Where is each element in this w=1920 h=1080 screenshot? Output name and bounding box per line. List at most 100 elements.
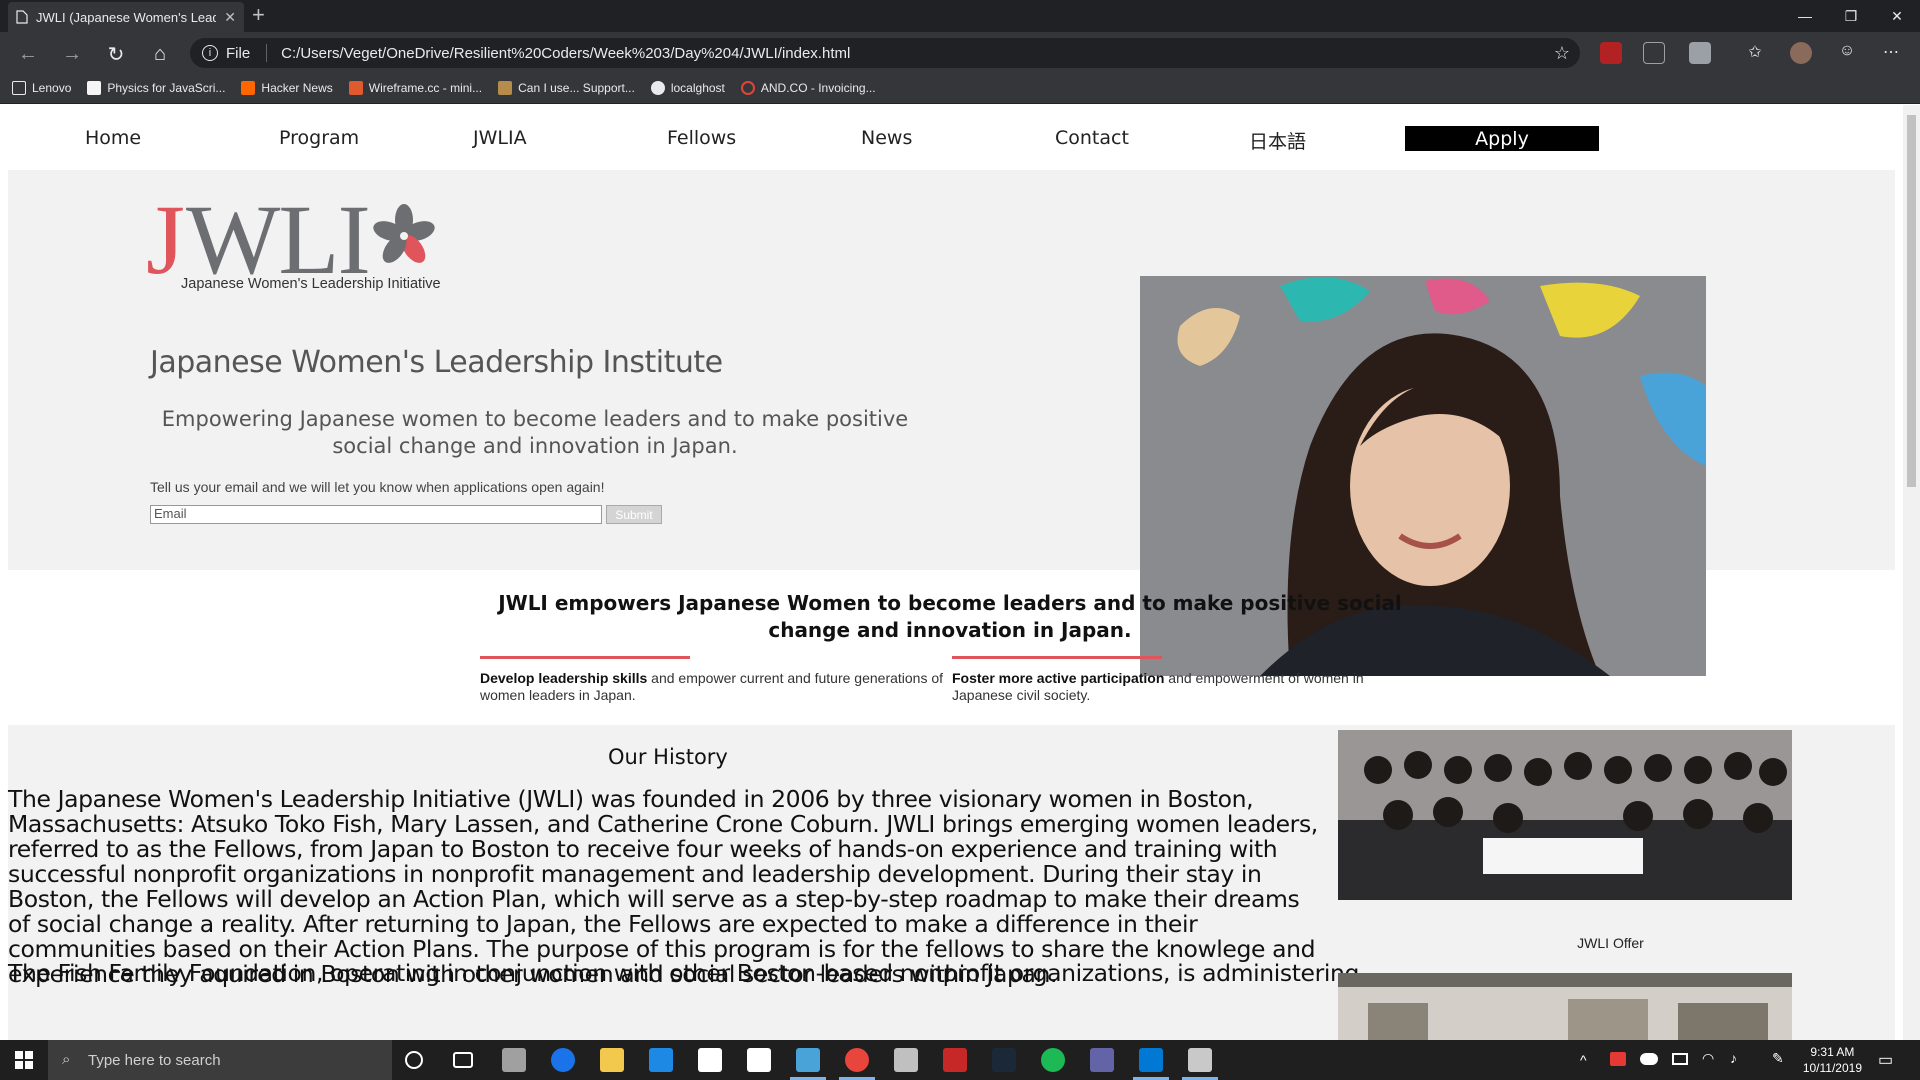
forward-icon[interactable]: → bbox=[58, 40, 86, 68]
history-paragraph: The Japanese Women's Leadership Initiati… bbox=[8, 785, 1318, 988]
app-icon[interactable] bbox=[894, 1048, 918, 1072]
jwli-logo: J WLI Japanese Women's Leadership Initia… bbox=[146, 190, 456, 300]
mission-statement: JWLI empowers Japanese Women to become l… bbox=[498, 591, 1402, 642]
apply-button[interactable]: Apply bbox=[1405, 126, 1599, 151]
bookmark-wireframe[interactable]: Wireframe.cc - mini... bbox=[348, 80, 482, 95]
network-icon[interactable] bbox=[1672, 1053, 1688, 1065]
reload-icon[interactable]: ↻ bbox=[102, 40, 130, 68]
onedrive-icon[interactable] bbox=[1640, 1053, 1658, 1065]
bookmark-localghost[interactable]: localghost bbox=[650, 80, 725, 95]
tray-chevron-icon[interactable]: ^ bbox=[1580, 1052, 1587, 1068]
submit-button[interactable]: Submit bbox=[606, 505, 662, 524]
file-explorer-icon[interactable] bbox=[600, 1048, 624, 1072]
tray-app-icon[interactable] bbox=[1610, 1052, 1626, 1066]
ghost-icon bbox=[650, 80, 665, 95]
menu-dots-icon[interactable]: ⋯ bbox=[1880, 42, 1902, 64]
extension-icon[interactable] bbox=[1643, 42, 1665, 64]
address-bar[interactable]: i File C:/Users/Veget/OneDrive/Resilient… bbox=[190, 38, 1580, 68]
search-icon: ⌕ bbox=[62, 1051, 71, 1068]
restore-icon[interactable]: ❐ bbox=[1828, 0, 1874, 32]
bookmark-andco[interactable]: AND.CO - Invoicing... bbox=[740, 80, 876, 95]
edge-icon[interactable] bbox=[551, 1048, 575, 1072]
pillar-heading: Foster more active participation bbox=[952, 670, 1165, 686]
scrollbar-thumb[interactable] bbox=[1907, 115, 1916, 487]
back-icon[interactable]: ← bbox=[14, 40, 42, 68]
app-icon[interactable] bbox=[502, 1048, 526, 1072]
page-title: Japanese Women's Leadership Institute bbox=[150, 345, 723, 380]
bookmark-star-icon[interactable]: ☆ bbox=[1554, 43, 1570, 64]
url-text[interactable]: C:/Users/Veget/OneDrive/Resilient%20Code… bbox=[281, 45, 850, 62]
clock-time: 9:31 AM bbox=[1810, 1045, 1855, 1059]
nav-contact[interactable]: Contact bbox=[1055, 127, 1129, 149]
ublock-extension-icon[interactable] bbox=[1600, 42, 1622, 64]
cortana-icon[interactable] bbox=[405, 1051, 423, 1069]
store-icon[interactable] bbox=[747, 1048, 771, 1072]
amazon-icon bbox=[87, 80, 102, 95]
pillar-accent-bar bbox=[480, 656, 690, 659]
bookmark-caniuse[interactable]: Can I use... Support... bbox=[498, 80, 635, 95]
notifications-icon[interactable]: ▭ bbox=[1878, 1050, 1893, 1070]
close-window-icon[interactable]: ✕ bbox=[1874, 0, 1920, 32]
hacker-news-icon bbox=[241, 80, 256, 95]
steam-icon[interactable] bbox=[992, 1048, 1016, 1072]
acrobat-icon[interactable] bbox=[943, 1048, 967, 1072]
volume-icon[interactable]: ♪ bbox=[1730, 1050, 1737, 1066]
bookmarks-bar: Lenovo Physics for JavaScri... Hacker Ne… bbox=[0, 72, 1920, 104]
nav-news[interactable]: News bbox=[861, 127, 912, 149]
logo-letter-j: J bbox=[146, 184, 185, 295]
vscode-icon[interactable] bbox=[1139, 1048, 1163, 1072]
teams-icon[interactable] bbox=[1090, 1048, 1114, 1072]
windows-start-icon[interactable] bbox=[0, 1040, 48, 1080]
bookmark-hacker-news[interactable]: Hacker News bbox=[241, 80, 333, 95]
app-l-icon[interactable] bbox=[649, 1048, 673, 1072]
nav-home[interactable]: Home bbox=[85, 127, 141, 149]
feedback-smiley-icon[interactable]: ☺ bbox=[1836, 42, 1858, 64]
file-scheme-label: File bbox=[226, 44, 251, 62]
new-tab-button[interactable]: + bbox=[252, 4, 265, 26]
nav-fellows[interactable]: Fellows bbox=[667, 127, 736, 149]
task-view-icon[interactable] bbox=[453, 1052, 473, 1068]
tab-close-icon[interactable]: ✕ bbox=[224, 9, 236, 26]
hero-subtitle: Empowering Japanese women to become lead… bbox=[161, 407, 909, 458]
pillar-accent-bar bbox=[952, 656, 1162, 659]
app-icon[interactable] bbox=[1188, 1048, 1212, 1072]
search-placeholder: Type here to search bbox=[88, 1051, 221, 1069]
nav-program[interactable]: Program bbox=[279, 127, 359, 149]
email-input[interactable]: Email bbox=[150, 505, 602, 524]
pillar-heading: Develop leadership skills bbox=[480, 670, 648, 686]
bookmark-physics[interactable]: Physics for JavaScri... bbox=[87, 80, 225, 95]
logo-letters-wli: WLI bbox=[186, 184, 371, 295]
pillar-leadership: Develop leadership skills and empower cu… bbox=[480, 656, 950, 704]
mail-icon[interactable] bbox=[698, 1048, 722, 1072]
minimize-icon[interactable]: — bbox=[1782, 0, 1828, 32]
cherry-blossom-icon bbox=[373, 204, 435, 263]
info-icon[interactable]: i bbox=[202, 45, 218, 61]
email-prompt: Tell us your email and we will let you k… bbox=[150, 479, 605, 495]
spotify-icon[interactable] bbox=[1041, 1048, 1065, 1072]
caniuse-icon bbox=[498, 80, 513, 95]
history-paragraph-2: The Fish Family Foundation, operating in… bbox=[8, 959, 1360, 987]
wifi-icon[interactable]: ◠ bbox=[1702, 1050, 1714, 1067]
windows-taskbar: ⌕ Type here to search ^ ◠ ♪ ✎ 9:31 AM 10… bbox=[0, 1040, 1920, 1080]
reader-extension-icon[interactable] bbox=[1689, 42, 1711, 64]
omnibox-divider bbox=[266, 44, 268, 62]
wireframe-icon bbox=[348, 80, 363, 95]
clock-date: 10/11/2019 bbox=[1802, 1061, 1862, 1075]
pen-icon[interactable]: ✎ bbox=[1772, 1050, 1784, 1067]
group-photo-image bbox=[1338, 730, 1792, 900]
taskbar-search-box[interactable]: ⌕ Type here to search bbox=[48, 1040, 392, 1080]
folder-icon bbox=[12, 80, 26, 95]
home-icon[interactable]: ⌂ bbox=[146, 40, 174, 68]
profile-avatar[interactable] bbox=[1790, 42, 1812, 64]
logo-tagline: Japanese Women's Leadership Initiative bbox=[181, 276, 441, 292]
chrome-icon[interactable] bbox=[845, 1048, 869, 1072]
nav-japanese[interactable]: 日本語 bbox=[1249, 127, 1306, 154]
browser-tab[interactable]: JWLI (Japanese Women's Leader ✕ bbox=[8, 2, 244, 32]
nav-jwlia[interactable]: JWLIA bbox=[473, 127, 527, 149]
app-icon[interactable] bbox=[796, 1048, 820, 1072]
bookmark-lenovo[interactable]: Lenovo bbox=[12, 80, 71, 95]
favorites-icon[interactable]: ✩ bbox=[1744, 42, 1766, 64]
clock[interactable]: 9:31 AM 10/11/2019 bbox=[1803, 1040, 1862, 1080]
page-scrollbar[interactable] bbox=[1903, 105, 1920, 1040]
page-icon bbox=[16, 10, 28, 24]
